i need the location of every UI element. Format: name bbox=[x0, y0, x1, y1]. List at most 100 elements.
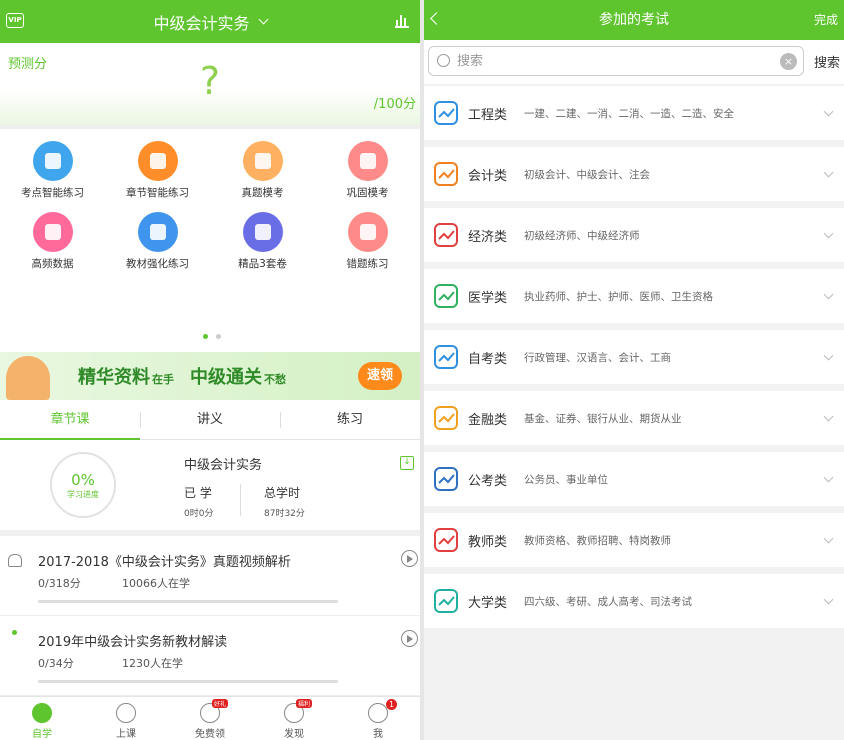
category-row[interactable]: 金融类 基金、证券、银行从业、期货从业 bbox=[424, 391, 844, 445]
chevron-down-icon[interactable] bbox=[823, 167, 834, 178]
feature-label: 考点智能练习 bbox=[21, 187, 84, 199]
nav-me[interactable]: 1我 bbox=[336, 697, 420, 740]
category-row[interactable]: 教师类 教师资格、教师招聘、特岗教师 bbox=[424, 513, 844, 567]
category-row[interactable]: 医学类 执业药师、护士、护师、医师、卫生资格 bbox=[424, 269, 844, 323]
category-desc: 初级会计、中级会计、注会 bbox=[524, 169, 650, 181]
feature-item[interactable]: 精品3套卷 bbox=[210, 212, 315, 283]
category-name: 医学类 bbox=[468, 291, 508, 306]
promo-banner[interactable]: 精华资料 在手 中级通关 不愁 速领 bbox=[0, 352, 420, 400]
category-desc: 执业药师、护士、护师、医师、卫生资格 bbox=[524, 291, 713, 303]
search-box: × bbox=[428, 46, 804, 76]
clipboard-icon bbox=[434, 345, 458, 369]
coin-icon bbox=[434, 406, 458, 430]
pager-dot[interactable] bbox=[216, 334, 221, 339]
feature-item[interactable]: 教材强化练习 bbox=[105, 212, 210, 283]
feature-label: 错题练习 bbox=[346, 258, 389, 270]
category-desc: 基金、证券、银行从业、期货从业 bbox=[524, 413, 682, 425]
category-row[interactable]: 工程类 一建、二建、一消、二消、一造、二造、安全 bbox=[424, 86, 844, 140]
pager-dot[interactable] bbox=[203, 334, 208, 339]
banner-text-1: 精华资料 bbox=[78, 367, 150, 388]
search-button[interactable]: 搜索 bbox=[814, 52, 840, 71]
search-input[interactable] bbox=[457, 50, 767, 72]
nav-label: 发现 bbox=[284, 729, 304, 740]
category-row[interactable]: 公考类 公务员、事业单位 bbox=[424, 452, 844, 506]
feature-label: 教材强化练习 bbox=[126, 258, 189, 270]
feature-item[interactable]: 真题模考 bbox=[210, 141, 315, 212]
chevron-down-icon[interactable] bbox=[823, 411, 834, 422]
play-icon[interactable] bbox=[401, 550, 418, 567]
category-desc: 初级经济师、中级经济师 bbox=[524, 230, 640, 242]
vip-icon[interactable]: VIP bbox=[6, 13, 24, 28]
lesson-title: 2017-2018《中级会计实务》真题视频解析 bbox=[38, 555, 291, 570]
lesson-item[interactable]: 2019年中级会计实务新教材解读 0/34分 1230人在学 bbox=[0, 616, 420, 696]
right-header: 参加的考试 完成 bbox=[424, 0, 844, 40]
category-desc: 行政管理、汉语言、会计、工商 bbox=[524, 352, 671, 364]
category-desc: 公务员、事业单位 bbox=[524, 474, 608, 486]
nav-free[interactable]: 好礼 免费领 bbox=[168, 697, 252, 740]
wave-icon bbox=[434, 223, 458, 247]
category-name: 教师类 bbox=[468, 535, 508, 550]
feature-label: 真题模考 bbox=[241, 187, 284, 199]
course-name: 中级会计实务 bbox=[184, 458, 263, 473]
nav-class[interactable]: 上课 bbox=[84, 697, 168, 740]
chevron-down-icon[interactable] bbox=[823, 533, 834, 544]
tab-chapters[interactable]: 章节课 bbox=[0, 400, 140, 440]
bar-chart-icon[interactable] bbox=[394, 12, 410, 28]
banner-text: 精华资料 在手 中级通关 不愁 bbox=[78, 363, 286, 389]
play-icon[interactable] bbox=[401, 630, 418, 647]
subject-title[interactable]: 中级会计实务 bbox=[153, 10, 249, 34]
user-icon bbox=[368, 703, 388, 723]
feature-item[interactable]: 考点智能练习 bbox=[0, 141, 105, 212]
back-icon[interactable] bbox=[430, 12, 443, 25]
category-row[interactable]: 会计类 初级会计、中级会计、注会 bbox=[424, 147, 844, 201]
tab-notes[interactable]: 讲义 bbox=[140, 400, 280, 439]
new-dot-icon bbox=[12, 630, 17, 635]
chevron-down-icon[interactable] bbox=[823, 106, 834, 117]
feature-item[interactable]: 章节智能练习 bbox=[105, 141, 210, 212]
graduation-cap-icon bbox=[434, 589, 458, 613]
banner-small-1: 在手 bbox=[152, 373, 174, 386]
nav-discover[interactable]: 福利 发现 bbox=[252, 697, 336, 740]
banner-text-2: 中级通关 bbox=[190, 367, 262, 388]
claim-button[interactable]: 速领 bbox=[358, 362, 402, 390]
done-button[interactable]: 完成 bbox=[814, 0, 838, 40]
chevron-down-icon[interactable] bbox=[823, 594, 834, 605]
course-tabs: 章节课 讲义 练习 bbox=[0, 400, 420, 440]
feature-item[interactable]: 高频数据 bbox=[0, 212, 105, 283]
trend-chart-icon bbox=[434, 162, 458, 186]
lesson-title: 2019年中级会计实务新教材解读 bbox=[38, 635, 228, 650]
category-row[interactable]: 自考类 行政管理、汉语言、会计、工商 bbox=[424, 330, 844, 384]
divider bbox=[240, 484, 241, 516]
chevron-down-icon[interactable] bbox=[823, 472, 834, 483]
wrong-answers-icon bbox=[347, 212, 388, 252]
studied-label: 已 学 bbox=[184, 486, 212, 500]
feature-item[interactable]: 巩固模考 bbox=[315, 141, 420, 212]
page-title: 参加的考试 bbox=[599, 12, 669, 28]
feature-item[interactable]: 错题练习 bbox=[315, 212, 420, 283]
category-name: 大学类 bbox=[468, 596, 508, 611]
chevron-down-icon[interactable] bbox=[823, 289, 834, 300]
total-hours-label: 总学时 bbox=[264, 486, 301, 500]
nav-self-study[interactable]: 自学 bbox=[0, 697, 84, 740]
category-row[interactable]: 经济类 初级经济师、中级经济师 bbox=[424, 208, 844, 262]
chevron-down-icon[interactable] bbox=[823, 228, 834, 239]
category-row[interactable]: 大学类 四六级、考研、成人高考、司法考试 bbox=[424, 574, 844, 628]
score-value: ? bbox=[199, 59, 221, 103]
category-name: 经济类 bbox=[468, 230, 508, 245]
nav-label: 免费领 bbox=[195, 729, 225, 740]
chevron-down-icon[interactable] bbox=[258, 14, 268, 24]
feature-label: 精品3套卷 bbox=[238, 258, 287, 270]
feature-label: 巩固模考 bbox=[346, 187, 389, 199]
tab-practice[interactable]: 练习 bbox=[280, 400, 420, 439]
exam-paper-icon bbox=[242, 141, 283, 181]
clear-icon[interactable]: × bbox=[780, 53, 797, 70]
lesson-item[interactable]: 2017-2018《中级会计实务》真题视频解析 0/318分 10066人在学 bbox=[0, 536, 420, 616]
chevron-down-icon[interactable] bbox=[823, 350, 834, 361]
progress-ring: 0% 学习进度 bbox=[50, 452, 116, 518]
download-icon[interactable]: ↓ bbox=[400, 456, 414, 470]
score-total: /100分 bbox=[373, 97, 416, 112]
briefcase-icon bbox=[434, 467, 458, 491]
lesson-progress: 0/318分 bbox=[38, 577, 81, 590]
notification-badge: 1 bbox=[386, 699, 397, 710]
course-summary: 0% 学习进度 中级会计实务 已 学 0时0分 总学时 87时32分 ↓ bbox=[0, 440, 420, 530]
